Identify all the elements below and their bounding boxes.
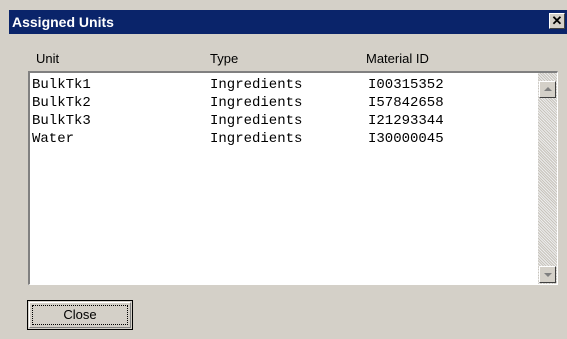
type-cell: Ingredients [210, 95, 303, 111]
title-bar[interactable]: Assigned Units ✕ [9, 10, 567, 34]
unit-cell: BulkTk3 [32, 113, 91, 129]
material-id-cell: I00315352 [368, 77, 444, 93]
column-header-material-id: Material ID [366, 51, 429, 66]
unit-cell: BulkTk1 [32, 77, 91, 93]
vertical-scrollbar[interactable] [538, 73, 557, 284]
material-id-cell: I30000045 [368, 131, 444, 147]
arrow-down-icon [544, 273, 552, 277]
column-header-unit: Unit [36, 51, 60, 66]
unit-cell: BulkTk2 [32, 95, 91, 111]
type-cell: Ingredients [210, 113, 303, 129]
close-button[interactable]: Close [27, 300, 133, 330]
window-title: Assigned Units [12, 14, 114, 30]
scroll-up-button[interactable] [539, 81, 556, 98]
material-id-cell: I21293344 [368, 113, 444, 129]
type-cell: Ingredients [210, 131, 303, 147]
arrow-up-icon [544, 87, 552, 91]
close-button-label: Close [63, 307, 97, 322]
type-cell: Ingredients [210, 77, 303, 93]
units-listbox[interactable]: BulkTk1 Ingredients I00315352 BulkTk2 In… [28, 71, 558, 285]
close-window-icon[interactable]: ✕ [549, 13, 565, 29]
column-header-type: Type [210, 51, 239, 66]
unit-cell: Water [32, 131, 75, 147]
scroll-down-button[interactable] [539, 266, 556, 283]
assigned-units-dialog: Assigned Units ✕ Unit Type Material ID B… [0, 0, 567, 339]
material-id-cell: I57842658 [368, 95, 444, 111]
